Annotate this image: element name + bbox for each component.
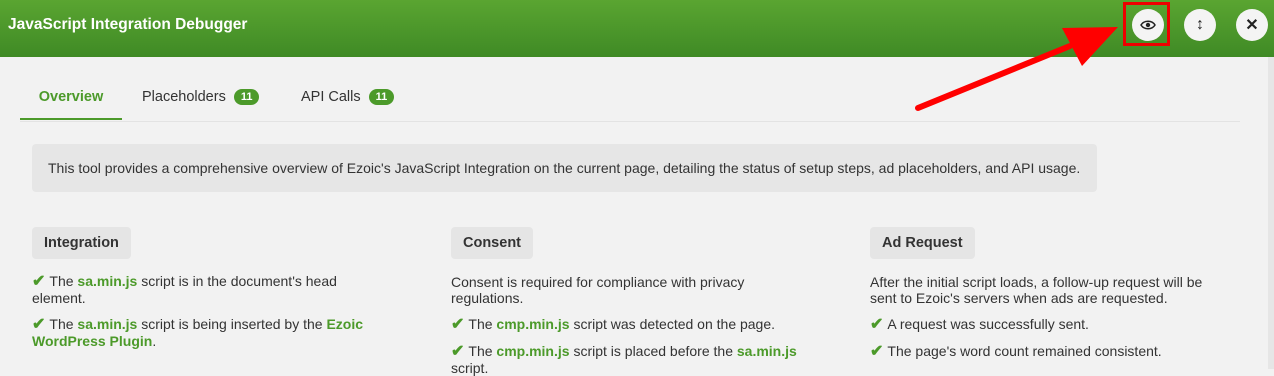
checkmark-icon: ✔ — [32, 273, 46, 290]
section-title: Integration — [32, 227, 131, 259]
script-name: cmp.min.js — [496, 343, 570, 359]
checkmark-icon: ✔ — [451, 316, 465, 333]
checkmark-icon: ✔ — [32, 316, 46, 333]
ad-request-section: Ad Request After the initial script load… — [870, 227, 1215, 360]
script-name: cmp.min.js — [496, 316, 570, 332]
checkmark-icon: ✔ — [451, 343, 465, 360]
section-title: Consent — [451, 227, 533, 259]
script-name: sa.min.js — [77, 273, 138, 289]
status-item: ✔ A request was successfully sent. — [870, 316, 1089, 333]
status-item: ✔ The cmp.min.js script is placed before … — [451, 343, 797, 376]
checkmark-icon: ✔ — [870, 316, 884, 333]
count-badge: 11 — [368, 89, 395, 105]
checkmark-icon: ✔ — [870, 343, 884, 360]
section-intro: After the initial script loads, a follow… — [870, 274, 1203, 306]
tab-bar: Overview Placeholders 11 API Calls 11 — [20, 78, 1240, 122]
tab-label: Overview — [38, 89, 104, 105]
status-item: ✔ The cmp.min.js script was detected on t… — [451, 316, 776, 333]
section-title: Ad Request — [870, 227, 975, 259]
tab-label: Placeholders — [142, 89, 226, 105]
status-item: ✔ The sa.min.js script is in the document… — [32, 273, 337, 306]
script-name: sa.min.js — [736, 343, 797, 359]
consent-section: Consent Consent is required for complian… — [451, 227, 811, 376]
tab-placeholders[interactable]: Placeholders 11 — [142, 78, 260, 120]
description-text: This tool provides a comprehensive overv… — [48, 160, 1081, 176]
count-badge: 11 — [233, 89, 260, 105]
tab-label: API Calls — [301, 89, 361, 105]
tab-overview[interactable]: Overview — [20, 78, 122, 120]
section-intro: Consent is required for compliance with … — [451, 274, 745, 306]
description-box: This tool provides a comprehensive overv… — [32, 144, 1097, 192]
integration-section: Integration ✔ The sa.min.js script is in … — [32, 227, 382, 349]
script-name: sa.min.js — [77, 316, 138, 332]
scrollbar[interactable] — [1268, 57, 1274, 369]
status-item: ✔ The sa.min.js script is being inserted … — [32, 316, 364, 349]
status-item: ✔ The page's word count remained consiste… — [870, 343, 1162, 360]
tab-api-calls[interactable]: API Calls 11 — [301, 78, 395, 120]
